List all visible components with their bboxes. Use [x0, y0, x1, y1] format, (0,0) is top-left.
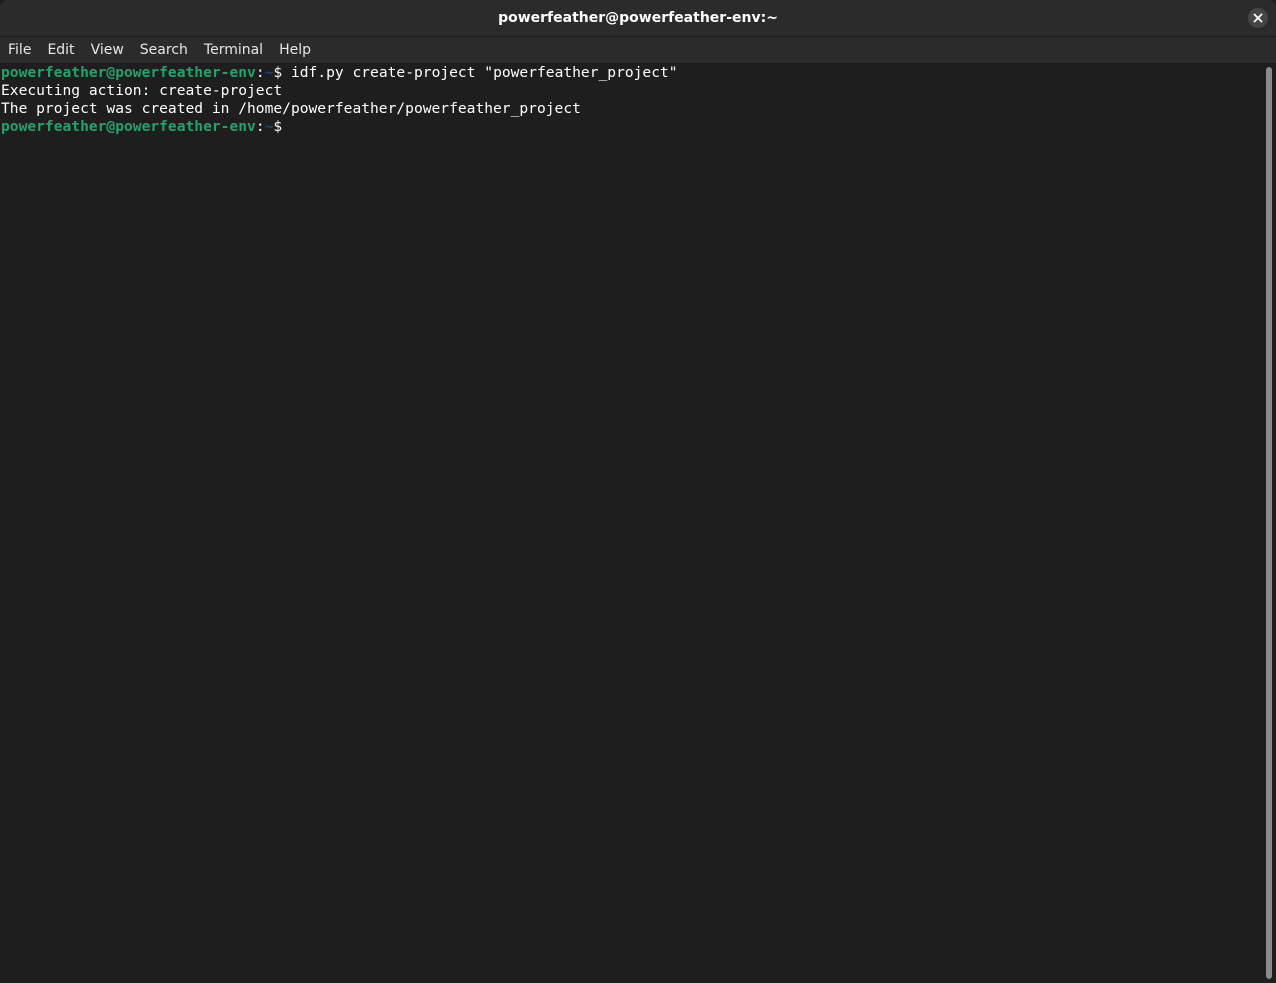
menu-file[interactable]: File [0, 37, 39, 63]
terminal-window: powerfeather@powerfeather-env:~ File Edi… [0, 0, 1276, 983]
close-button[interactable] [1248, 8, 1268, 28]
scrollbar-thumb[interactable] [1266, 67, 1272, 979]
menu-terminal[interactable]: Terminal [196, 37, 271, 63]
menu-edit[interactable]: Edit [39, 37, 82, 63]
prompt-separator: : [255, 64, 265, 81]
menu-bar: File Edit View Search Terminal Help [0, 37, 1276, 63]
window-title: powerfeather@powerfeather-env:~ [498, 10, 778, 26]
terminal-output[interactable]: powerfeather@powerfeather-env:~$ idf.py … [0, 63, 1262, 983]
menu-search[interactable]: Search [132, 37, 196, 63]
prompt-user-host: powerfeather@powerfeather-env [1, 118, 256, 135]
terminal-line-output: Executing action: create-project [1, 82, 283, 99]
terminal-line-prompt: powerfeather@powerfeather-env:~$ [0, 118, 1262, 136]
vertical-scrollbar[interactable] [1262, 63, 1276, 983]
close-icon [1253, 13, 1263, 23]
terminal-line-command: powerfeather@powerfeather-env:~$ idf.py … [0, 64, 1262, 82]
prompt-dollar: $ [273, 64, 291, 81]
terminal-line-output: The project was created in /home/powerfe… [1, 100, 581, 117]
menu-view[interactable]: View [83, 37, 132, 63]
prompt-dollar: $ [273, 118, 291, 135]
command-text: idf.py create-project "powerfeather_proj… [290, 64, 678, 81]
menu-help[interactable]: Help [271, 37, 319, 63]
title-bar[interactable]: powerfeather@powerfeather-env:~ [0, 0, 1276, 37]
prompt-separator: : [255, 118, 265, 135]
prompt-user-host: powerfeather@powerfeather-env [1, 64, 256, 81]
